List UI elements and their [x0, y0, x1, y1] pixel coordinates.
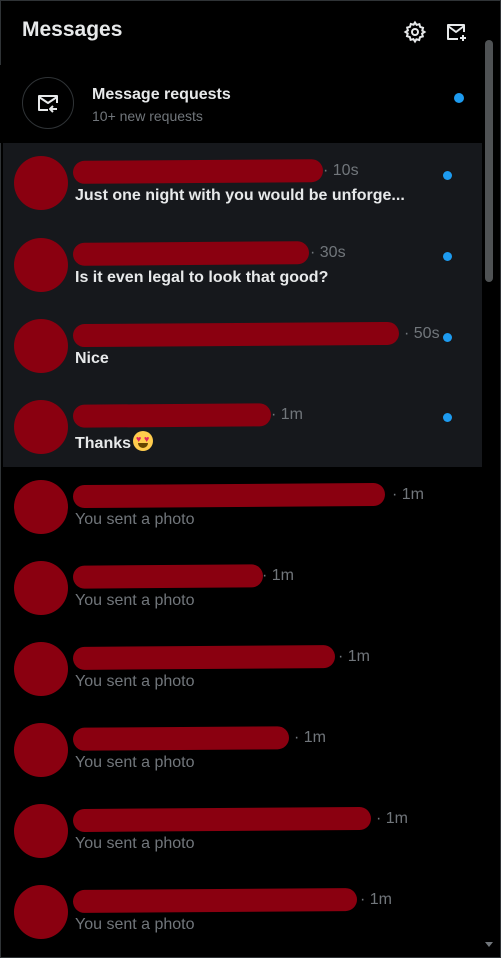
- message-preview: You sent a photo: [75, 916, 195, 934]
- timestamp[interactable]: · 1m: [262, 567, 294, 585]
- redacted-name[interactable]: [72, 482, 386, 509]
- message-preview-text: Just one night with you would be unforge…: [75, 187, 405, 204]
- conversation-row[interactable]: · 1m You sent a photo: [3, 791, 482, 872]
- message-requests-subtitle: 10+ new requests: [92, 108, 203, 124]
- message-preview: You sent a photo: [75, 835, 195, 853]
- message-preview-text: You sent a photo: [75, 835, 195, 852]
- avatar[interactable]: [14, 156, 68, 210]
- message-request-icon: [22, 77, 74, 129]
- unread-indicator-dot: [454, 93, 464, 103]
- message-requests-title: Message requests: [92, 86, 231, 103]
- avatar[interactable]: [14, 885, 68, 939]
- avatar[interactable]: [14, 400, 68, 454]
- redacted-name[interactable]: [72, 159, 324, 184]
- avatar[interactable]: [14, 723, 68, 777]
- scrollbar-thumb[interactable]: [485, 40, 493, 282]
- message-preview-text: You sent a photo: [75, 754, 195, 771]
- message-preview: Thanks ♥ ♥: [75, 431, 154, 453]
- redacted-name[interactable]: [72, 806, 372, 833]
- timestamp[interactable]: · 1m: [271, 406, 303, 424]
- avatar[interactable]: [14, 561, 68, 615]
- message-preview-text: You sent a photo: [75, 673, 195, 690]
- scroll-down-arrow-icon[interactable]: [485, 942, 493, 947]
- conversation-row[interactable]: · 1m Thanks ♥ ♥: [3, 387, 482, 468]
- conversation-row[interactable]: · 1m You sent a photo: [3, 710, 482, 791]
- message-preview-text: You sent a photo: [75, 511, 195, 528]
- conversation-row[interactable]: · 1m You sent a photo: [3, 467, 482, 548]
- conversation-row[interactable]: · 30s Is it even legal to look that good?: [3, 225, 482, 306]
- gear-icon[interactable]: [403, 20, 427, 44]
- message-preview-text: Nice: [75, 350, 109, 367]
- redacted-name[interactable]: [72, 241, 310, 266]
- timestamp[interactable]: · 50s: [404, 325, 440, 343]
- message-preview-text: You sent a photo: [75, 916, 195, 933]
- message-requests-row[interactable]: Message requests 10+ new requests: [0, 65, 482, 143]
- conversation-row[interactable]: · 1m You sent a photo: [3, 872, 482, 953]
- timestamp[interactable]: · 30s: [310, 244, 346, 262]
- timestamp[interactable]: · 1m: [392, 486, 424, 504]
- message-preview: You sent a photo: [75, 673, 195, 691]
- unread-indicator-dot: [443, 333, 452, 342]
- message-preview: Nice: [75, 350, 109, 368]
- unread-indicator-dot: [443, 252, 452, 261]
- redacted-name[interactable]: [72, 726, 290, 751]
- unread-indicator-dot: [443, 413, 452, 422]
- conversation-row[interactable]: · 1m You sent a photo: [3, 548, 482, 629]
- redacted-name[interactable]: [72, 403, 272, 428]
- new-message-icon[interactable]: [444, 20, 468, 44]
- redacted-name[interactable]: [72, 645, 336, 670]
- timestamp[interactable]: · 10s: [323, 162, 359, 180]
- timestamp[interactable]: · 1m: [376, 810, 408, 828]
- message-preview: You sent a photo: [75, 754, 195, 772]
- avatar[interactable]: [14, 804, 68, 858]
- avatar[interactable]: [14, 642, 68, 696]
- message-preview: Is it even legal to look that good?: [75, 269, 328, 287]
- heart-eyes-emoji: ♥ ♥: [133, 431, 154, 451]
- avatar[interactable]: [14, 480, 68, 534]
- avatar[interactable]: [14, 238, 68, 292]
- page-title: Messages: [22, 18, 123, 41]
- message-preview: You sent a photo: [75, 592, 195, 610]
- timestamp[interactable]: · 1m: [338, 648, 370, 666]
- redacted-name[interactable]: [72, 888, 358, 913]
- redacted-name[interactable]: [72, 321, 400, 348]
- timestamp[interactable]: · 1m: [360, 891, 392, 909]
- conversation-row[interactable]: · 1m You sent a photo: [3, 629, 482, 710]
- message-preview-text: Thanks: [75, 435, 132, 452]
- avatar[interactable]: [14, 319, 68, 373]
- timestamp[interactable]: · 1m: [294, 729, 326, 747]
- message-preview: You sent a photo: [75, 511, 195, 529]
- message-preview-text: Is it even legal to look that good?: [75, 269, 329, 286]
- unread-indicator-dot: [443, 171, 452, 180]
- messages-header: Messages: [0, 0, 482, 64]
- message-preview: Just one night with you would be unforge…: [75, 187, 405, 205]
- redacted-name[interactable]: [72, 564, 264, 589]
- conversation-row[interactable]: · 50s Nice: [3, 306, 482, 387]
- conversation-row[interactable]: · 10s Just one night with you would be un…: [3, 143, 482, 224]
- message-preview-text: You sent a photo: [75, 592, 195, 609]
- scrollbar[interactable]: [484, 40, 494, 952]
